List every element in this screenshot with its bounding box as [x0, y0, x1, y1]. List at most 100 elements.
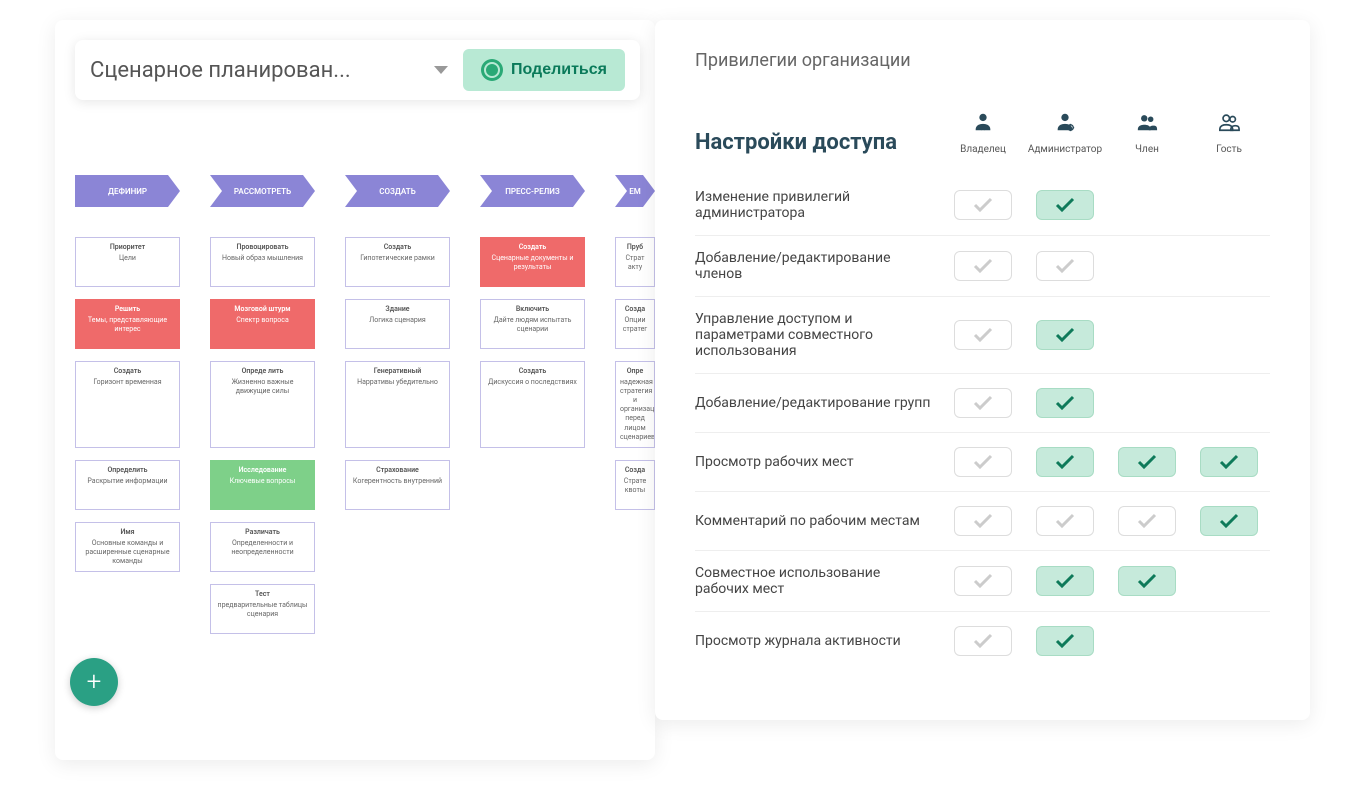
card-title: Страхование	[350, 466, 445, 475]
permission-toggle[interactable]	[954, 626, 1012, 656]
role-header: Гость	[1188, 111, 1270, 155]
board-card[interactable]: ГенеративныйНарративы убедительно	[345, 361, 450, 448]
board-card[interactable]: Решить Темы, представляющие интерес	[75, 299, 180, 349]
board-card[interactable]: Мозговой штурм Спектр вопроса	[210, 299, 315, 349]
role-label: Гость	[1188, 144, 1270, 155]
permission-label: Просмотр рабочих мест	[695, 454, 942, 470]
permission-toggle[interactable]	[1200, 447, 1258, 477]
board-card[interactable]: РазличатьОпределенности и неопределеннос…	[210, 522, 315, 572]
board-card[interactable]: Опреде литьЖизненно важные движущие силы	[210, 361, 315, 448]
column-header[interactable]: ДЕФИНИР	[75, 175, 180, 207]
board-card[interactable]: Тестпредварительные таблицы сценария	[210, 584, 315, 634]
permission-toggle[interactable]	[1036, 388, 1094, 418]
board-card[interactable]: СоздатьСценарные документы и результаты	[480, 237, 585, 287]
card-title: Опреде лить	[215, 367, 310, 376]
board-card[interactable]: ВключитьДайте людям испытать сценарии	[480, 299, 585, 349]
owner-icon	[942, 111, 1024, 138]
permission-toggle[interactable]	[1118, 506, 1176, 536]
column-headers: ДЕФИНИРРАССМОТРЕТЬСОЗДАТЬПРЕСС-РЕЛИЗЕМ	[75, 175, 650, 207]
role-label: Член	[1106, 144, 1188, 155]
permission-row: Добавление/редактирование членов	[695, 236, 1270, 297]
permission-row: Изменение привилегий администратора	[695, 175, 1270, 236]
board-card[interactable]: Опренадежная стратегия и организация пер…	[615, 361, 655, 448]
card-title: Генеративный	[350, 367, 445, 376]
permission-toggle[interactable]	[954, 506, 1012, 536]
role-label: Администратор	[1024, 144, 1106, 155]
permission-row: Добавление/редактирование групп	[695, 374, 1270, 433]
card-title: Создать	[80, 367, 175, 376]
permission-toggle[interactable]	[1118, 447, 1176, 477]
card-desc: Определенности и неопределенности	[215, 539, 310, 557]
column-header[interactable]: ЕМ	[615, 175, 655, 207]
card-title: Определить	[80, 466, 175, 475]
card-desc: надежная стратегия и организация перед л…	[620, 378, 650, 442]
board-card[interactable]: ЗданиеЛогика сценария	[345, 299, 450, 349]
card-desc: Опции стратег	[620, 316, 650, 334]
card-desc: Основные команды и расширенные сценарные…	[80, 539, 175, 566]
settings-title: Настройки доступа	[695, 130, 942, 155]
permission-row: Совместное использование рабочих мест	[695, 551, 1270, 612]
permission-toggle[interactable]	[954, 447, 1012, 477]
card-desc: Страте квоты	[620, 477, 650, 495]
board-card[interactable]: ИмяОсновные команды и расширенные сценар…	[75, 522, 180, 572]
card-desc: Ключевые вопросы	[215, 477, 310, 486]
board-card[interactable]: ПрубСтрат акту	[615, 237, 655, 287]
board-card[interactable]: СоздатьГипотетические рамки	[345, 237, 450, 287]
permission-toggle[interactable]	[954, 388, 1012, 418]
column-header[interactable]: ПРЕСС-РЕЛИЗ	[480, 175, 585, 207]
dropdown-icon[interactable]	[434, 66, 448, 74]
add-button[interactable]: +	[70, 658, 118, 706]
board-card[interactable]: ИсследованиеКлючевые вопросы	[210, 460, 315, 510]
permission-toggle[interactable]	[1036, 506, 1094, 536]
permission-toggle[interactable]	[954, 251, 1012, 281]
card-desc: Логика сценария	[350, 316, 445, 325]
permission-row: Просмотр рабочих мест	[695, 433, 1270, 492]
card-title: Мозговой штурм	[215, 305, 310, 314]
board-card[interactable]: Приоритет Цели	[75, 237, 180, 287]
board-card[interactable]: Создать Дискуссия о последствиях	[480, 361, 585, 448]
permission-toggle[interactable]	[1118, 566, 1176, 596]
column-header[interactable]: РАССМОТРЕТЬ	[210, 175, 315, 207]
board-card[interactable]: ПровоцироватьНовый образ мышления	[210, 237, 315, 287]
board-card[interactable]: Страхование Когерентность внутренний	[345, 460, 450, 510]
permission-toggle[interactable]	[1200, 506, 1258, 536]
card-title: Созда	[620, 466, 650, 475]
card-desc: предварительные таблицы сценария	[215, 601, 310, 619]
permission-toggle[interactable]	[1036, 190, 1094, 220]
board-card[interactable]: Созда Страте квоты	[615, 460, 655, 510]
member-icon	[1106, 111, 1188, 138]
card-title: Провоцировать	[215, 243, 310, 252]
role-header: Владелец	[942, 111, 1024, 155]
board-card[interactable]: СоздатьГоризонт временная	[75, 361, 180, 448]
card-desc: Дискуссия о последствиях	[485, 378, 580, 387]
card-title: Решить	[80, 305, 175, 314]
card-desc: Дайте людям испытать сценарии	[485, 316, 580, 334]
permission-toggle[interactable]	[954, 320, 1012, 350]
permission-label: Управление доступом и параметрами совмес…	[695, 311, 942, 359]
permission-toggle[interactable]	[954, 190, 1012, 220]
card-title: Создать	[485, 243, 580, 252]
header-bar: Сценарное планирован... Поделиться	[75, 40, 640, 100]
board-card[interactable]: ОпределитьРаскрытие информации	[75, 460, 180, 510]
permission-label: Просмотр журнала активности	[695, 633, 942, 649]
permission-toggle[interactable]	[954, 566, 1012, 596]
card-desc: Цели	[80, 254, 175, 263]
card-desc: Темы, представляющие интерес	[80, 316, 175, 334]
column-header[interactable]: СОЗДАТЬ	[345, 175, 450, 207]
share-button[interactable]: Поделиться	[463, 49, 625, 91]
globe-icon	[481, 59, 503, 81]
document-title[interactable]: Сценарное планирован...	[90, 58, 419, 83]
permission-toggle[interactable]	[1036, 320, 1094, 350]
card-desc: Спектр вопроса	[215, 316, 310, 325]
permission-toggle[interactable]	[1036, 447, 1094, 477]
admin-icon	[1024, 111, 1106, 138]
board-card[interactable]: СоздаОпции стратег	[615, 299, 655, 349]
permission-toggle[interactable]	[1036, 251, 1094, 281]
board: ДЕФИНИРРАССМОТРЕТЬСОЗДАТЬПРЕСС-РЕЛИЗЕМ П…	[75, 175, 650, 646]
card-title: Приоритет	[80, 243, 175, 252]
card-desc: Когерентность внутренний	[350, 477, 445, 486]
permission-row: Просмотр журнала активности	[695, 612, 1270, 670]
permission-toggle[interactable]	[1036, 566, 1094, 596]
card-title: Создать	[485, 367, 580, 376]
permission-toggle[interactable]	[1036, 626, 1094, 656]
